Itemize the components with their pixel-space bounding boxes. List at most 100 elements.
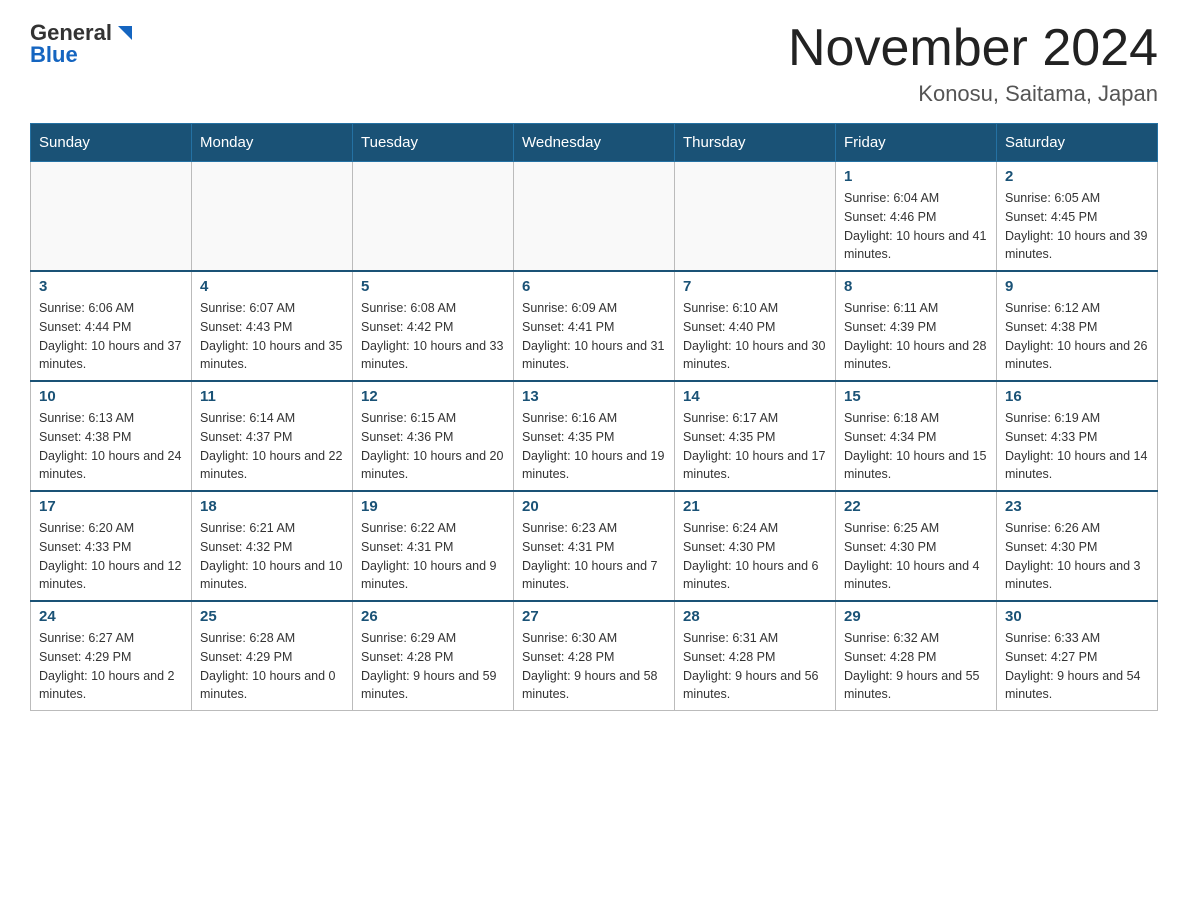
day-number: 1 [844,168,988,185]
day-number: 14 [683,388,827,405]
day-info: Sunrise: 6:16 AMSunset: 4:35 PMDaylight:… [522,409,666,484]
day-number: 8 [844,278,988,295]
logo-triangle-icon [114,22,132,40]
day-info: Sunrise: 6:19 AMSunset: 4:33 PMDaylight:… [1005,409,1149,484]
table-row [353,162,514,272]
day-info: Sunrise: 6:20 AMSunset: 4:33 PMDaylight:… [39,519,183,594]
calendar-week-row: 3 Sunrise: 6:06 AMSunset: 4:44 PMDaylight… [31,271,1158,381]
table-row: 22 Sunrise: 6:25 AMSunset: 4:30 PMDayligh… [836,491,997,601]
header-tuesday: Tuesday [353,124,514,162]
calendar-week-row: 1 Sunrise: 6:04 AMSunset: 4:46 PMDaylight… [31,162,1158,272]
page-header: General Blue November 2024 Konosu, Saita… [30,20,1158,107]
day-info: Sunrise: 6:22 AMSunset: 4:31 PMDaylight:… [361,519,505,594]
day-number: 27 [522,608,666,625]
day-info: Sunrise: 6:21 AMSunset: 4:32 PMDaylight:… [200,519,344,594]
day-number: 22 [844,498,988,515]
table-row [514,162,675,272]
day-info: Sunrise: 6:31 AMSunset: 4:28 PMDaylight:… [683,629,827,704]
table-row [31,162,192,272]
header-thursday: Thursday [675,124,836,162]
table-row: 26 Sunrise: 6:29 AMSunset: 4:28 PMDayligh… [353,601,514,711]
table-row: 25Sunrise: 6:28 AMSunset: 4:29 PMDayligh… [192,601,353,711]
day-number: 29 [844,608,988,625]
day-info: Sunrise: 6:12 AMSunset: 4:38 PMDaylight:… [1005,299,1149,374]
day-info: Sunrise: 6:04 AMSunset: 4:46 PMDaylight:… [844,189,988,264]
day-number: 20 [522,498,666,515]
day-info: Sunrise: 6:28 AMSunset: 4:29 PMDaylight:… [200,629,344,704]
logo: General Blue [30,20,132,68]
day-number: 28 [683,608,827,625]
table-row: 28 Sunrise: 6:31 AMSunset: 4:28 PMDayligh… [675,601,836,711]
day-info: Sunrise: 6:11 AMSunset: 4:39 PMDaylight:… [844,299,988,374]
table-row: 10 Sunrise: 6:13 AMSunset: 4:38 PMDayligh… [31,381,192,491]
header-saturday: Saturday [997,124,1158,162]
day-info: Sunrise: 6:15 AMSunset: 4:36 PMDaylight:… [361,409,505,484]
day-info: Sunrise: 6:33 AMSunset: 4:27 PMDaylight:… [1005,629,1149,704]
day-info: Sunrise: 6:06 AMSunset: 4:44 PMDaylight:… [39,299,183,374]
day-number: 24 [39,608,183,625]
day-info: Sunrise: 6:14 AMSunset: 4:37 PMDaylight:… [200,409,344,484]
day-number: 5 [361,278,505,295]
table-row [192,162,353,272]
day-number: 6 [522,278,666,295]
main-title: November 2024 [788,20,1158,77]
header-friday: Friday [836,124,997,162]
table-row: 29Sunrise: 6:32 AMSunset: 4:28 PMDayligh… [836,601,997,711]
logo-blue: Blue [30,42,78,68]
table-row: 9Sunrise: 6:12 AMSunset: 4:38 PMDaylight… [997,271,1158,381]
day-info: Sunrise: 6:09 AMSunset: 4:41 PMDaylight:… [522,299,666,374]
table-row: 8 Sunrise: 6:11 AMSunset: 4:39 PMDaylight… [836,271,997,381]
table-row: 18 Sunrise: 6:21 AMSunset: 4:32 PMDayligh… [192,491,353,601]
table-row: 16 Sunrise: 6:19 AMSunset: 4:33 PMDayligh… [997,381,1158,491]
table-row: 11Sunrise: 6:14 AMSunset: 4:37 PMDayligh… [192,381,353,491]
table-row: 24 Sunrise: 6:27 AMSunset: 4:29 PMDayligh… [31,601,192,711]
table-row: 13 Sunrise: 6:16 AMSunset: 4:35 PMDayligh… [514,381,675,491]
header-monday: Monday [192,124,353,162]
table-row: 7 Sunrise: 6:10 AMSunset: 4:40 PMDaylight… [675,271,836,381]
calendar-table: Sunday Monday Tuesday Wednesday Thursday… [30,123,1158,711]
table-row: 4Sunrise: 6:07 AMSunset: 4:43 PMDaylight… [192,271,353,381]
day-number: 4 [200,278,344,295]
day-number: 21 [683,498,827,515]
day-number: 18 [200,498,344,515]
day-number: 10 [39,388,183,405]
header-sunday: Sunday [31,124,192,162]
day-info: Sunrise: 6:27 AMSunset: 4:29 PMDaylight:… [39,629,183,704]
day-number: 16 [1005,388,1149,405]
day-info: Sunrise: 6:13 AMSunset: 4:38 PMDaylight:… [39,409,183,484]
day-number: 23 [1005,498,1149,515]
table-row: 19Sunrise: 6:22 AMSunset: 4:31 PMDayligh… [353,491,514,601]
table-row: 17Sunrise: 6:20 AMSunset: 4:33 PMDayligh… [31,491,192,601]
table-row: 3 Sunrise: 6:06 AMSunset: 4:44 PMDaylight… [31,271,192,381]
calendar-body: 1 Sunrise: 6:04 AMSunset: 4:46 PMDaylight… [31,162,1158,711]
table-row: 21 Sunrise: 6:24 AMSunset: 4:30 PMDayligh… [675,491,836,601]
day-number: 26 [361,608,505,625]
table-row: 12 Sunrise: 6:15 AMSunset: 4:36 PMDayligh… [353,381,514,491]
day-info: Sunrise: 6:08 AMSunset: 4:42 PMDaylight:… [361,299,505,374]
day-info: Sunrise: 6:29 AMSunset: 4:28 PMDaylight:… [361,629,505,704]
day-number: 13 [522,388,666,405]
title-block: November 2024 Konosu, Saitama, Japan [788,20,1158,107]
day-info: Sunrise: 6:23 AMSunset: 4:31 PMDaylight:… [522,519,666,594]
day-info: Sunrise: 6:24 AMSunset: 4:30 PMDaylight:… [683,519,827,594]
day-info: Sunrise: 6:10 AMSunset: 4:40 PMDaylight:… [683,299,827,374]
table-row: 15Sunrise: 6:18 AMSunset: 4:34 PMDayligh… [836,381,997,491]
table-row: 5 Sunrise: 6:08 AMSunset: 4:42 PMDaylight… [353,271,514,381]
table-row: 1 Sunrise: 6:04 AMSunset: 4:46 PMDaylight… [836,162,997,272]
table-row: 23Sunrise: 6:26 AMSunset: 4:30 PMDayligh… [997,491,1158,601]
table-row [675,162,836,272]
day-number: 30 [1005,608,1149,625]
day-number: 2 [1005,168,1149,185]
calendar-week-row: 17Sunrise: 6:20 AMSunset: 4:33 PMDayligh… [31,491,1158,601]
day-info: Sunrise: 6:25 AMSunset: 4:30 PMDaylight:… [844,519,988,594]
calendar-week-row: 24 Sunrise: 6:27 AMSunset: 4:29 PMDayligh… [31,601,1158,711]
day-number: 12 [361,388,505,405]
subtitle: Konosu, Saitama, Japan [788,81,1158,107]
table-row: 6 Sunrise: 6:09 AMSunset: 4:41 PMDaylight… [514,271,675,381]
table-row: 30 Sunrise: 6:33 AMSunset: 4:27 PMDayligh… [997,601,1158,711]
day-number: 7 [683,278,827,295]
header-wednesday: Wednesday [514,124,675,162]
table-row: 27Sunrise: 6:30 AMSunset: 4:28 PMDayligh… [514,601,675,711]
table-row: 20 Sunrise: 6:23 AMSunset: 4:31 PMDayligh… [514,491,675,601]
day-number: 3 [39,278,183,295]
